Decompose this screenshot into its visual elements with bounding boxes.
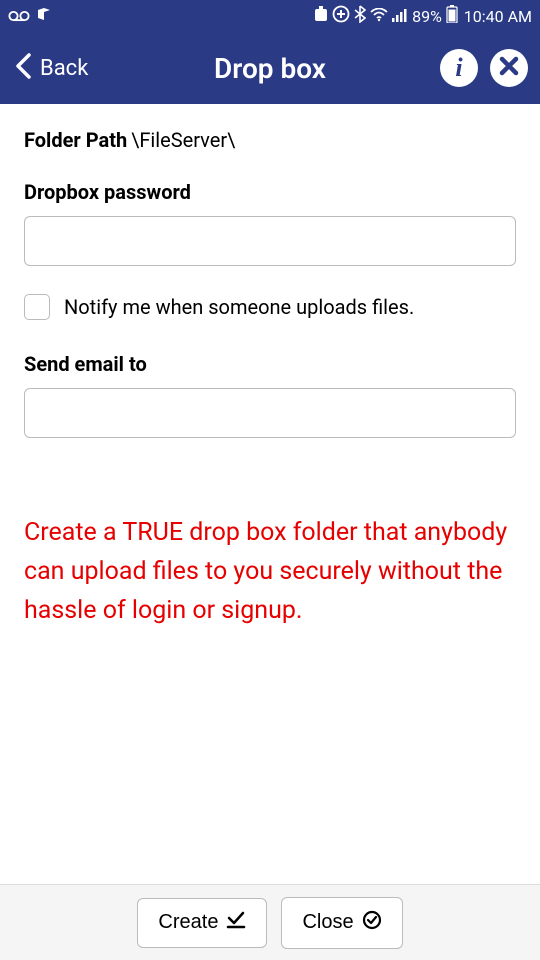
close-button[interactable]: Close bbox=[281, 897, 402, 949]
wifi-icon bbox=[370, 7, 388, 26]
status-right: 89% 10:40 AM bbox=[314, 5, 532, 27]
password-input[interactable] bbox=[24, 216, 516, 266]
info-icon: i bbox=[455, 55, 462, 81]
email-label: Send email to bbox=[24, 352, 516, 376]
back-label: Back bbox=[40, 56, 88, 81]
voicemail-icon bbox=[8, 7, 30, 26]
folder-path-label: Folder Path bbox=[24, 128, 127, 152]
system-icon bbox=[314, 6, 328, 26]
password-row: Dropbox password bbox=[24, 180, 516, 266]
footer-bar: Create Close bbox=[0, 884, 540, 960]
promo-text: Create a TRUE drop box folder that anybo… bbox=[0, 490, 540, 654]
check-circle-icon bbox=[362, 910, 382, 936]
close-header-button[interactable] bbox=[490, 49, 528, 87]
email-row: Send email to bbox=[24, 352, 516, 438]
notify-label: Notify me when someone uploads files. bbox=[64, 295, 414, 319]
info-button[interactable]: i bbox=[440, 49, 478, 87]
chevron-left-icon bbox=[12, 51, 36, 85]
notify-row: Notify me when someone uploads files. bbox=[24, 294, 516, 320]
email-input[interactable] bbox=[24, 388, 516, 438]
create-button[interactable]: Create bbox=[137, 898, 267, 948]
folder-path-value: \FileServer\ bbox=[131, 128, 235, 152]
clock-time: 10:40 AM bbox=[464, 7, 532, 26]
update-icon bbox=[332, 5, 350, 27]
back-button[interactable]: Back bbox=[12, 51, 88, 85]
battery-icon bbox=[446, 5, 458, 27]
form-content: Folder Path \FileServer\ Dropbox passwor… bbox=[0, 104, 540, 490]
notify-checkbox[interactable] bbox=[24, 294, 50, 320]
app-notification-icon bbox=[36, 7, 52, 26]
close-label: Close bbox=[302, 911, 353, 934]
password-label: Dropbox password bbox=[24, 180, 516, 204]
check-underline-icon bbox=[226, 911, 246, 935]
bluetooth-icon bbox=[354, 5, 366, 27]
signal-icon bbox=[392, 7, 408, 26]
status-left bbox=[8, 7, 52, 26]
status-bar: 89% 10:40 AM bbox=[0, 0, 540, 32]
close-icon bbox=[498, 55, 520, 81]
battery-percent: 89% bbox=[412, 7, 442, 26]
create-label: Create bbox=[158, 911, 218, 934]
folder-path-row: Folder Path \FileServer\ bbox=[24, 128, 516, 152]
app-bar: Back Drop box i bbox=[0, 32, 540, 104]
